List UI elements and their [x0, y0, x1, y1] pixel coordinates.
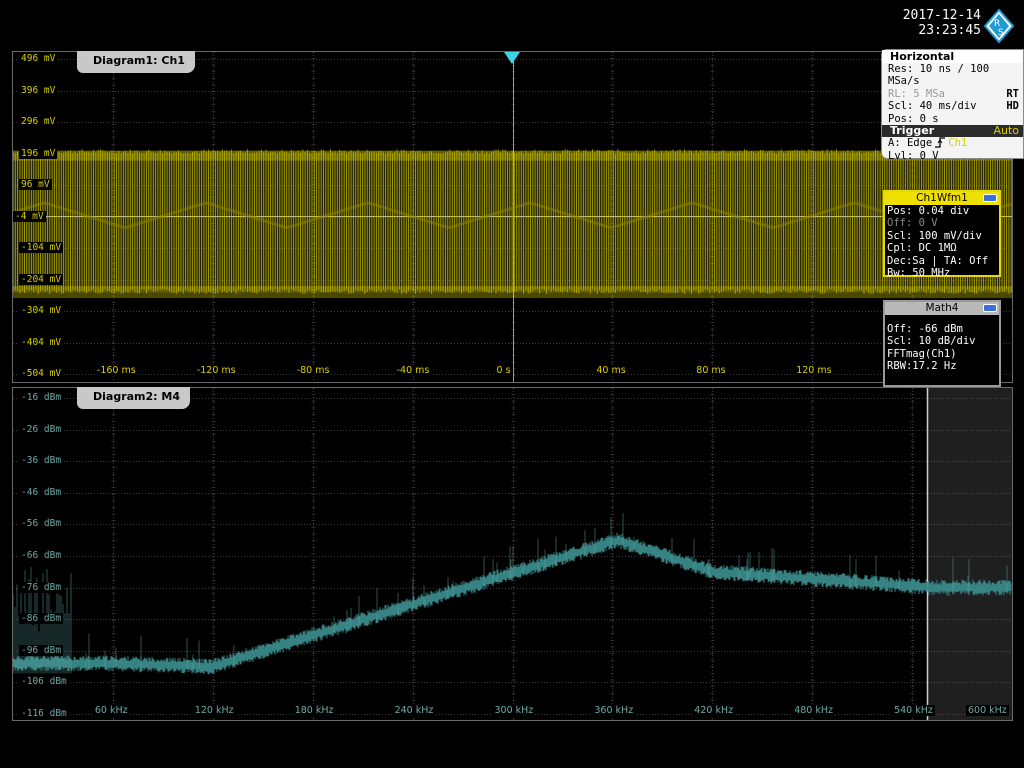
horizontal-title: Horizontal [882, 50, 1023, 63]
diagram2-title-tab[interactable]: Diagram2: M4 [77, 387, 190, 409]
shaded-out-of-range-region [927, 388, 1012, 720]
rising-edge-icon [935, 137, 946, 149]
ch1-panel-minimize-button[interactable] [983, 194, 997, 202]
trigger-level-text: Lvl: 0 V [888, 149, 939, 162]
diagram2-y-tick-label: -96 dBm [19, 644, 64, 656]
diagram2-x-tick-label: 120 kHz [192, 705, 236, 716]
ch1-bandwidth-text: Bw: 50 MHz [887, 267, 951, 280]
fft-spectrum-spikes [13, 513, 1008, 674]
diagram2-x-tick-label: 540 kHz [892, 705, 935, 716]
diagram1-x-tick-label: -80 ms [294, 365, 332, 376]
diagram2-y-tick-label: -106 dBm [19, 676, 69, 688]
time-text: 23:23:45 [918, 23, 981, 38]
ch1-coupling-text: Cpl: DC 1MΩ [887, 242, 957, 255]
diagram1-y-tick-label: -4 mV [13, 210, 46, 222]
diagram2-x-tick-label: 600 kHz [966, 705, 1009, 716]
diagram1-x-tick-label: 40 ms [594, 365, 628, 376]
ch1-waveform [13, 149, 1012, 294]
diagram1-x-tick-label: 80 ms [694, 365, 728, 376]
diagram1-x-tick-label: 120 ms [794, 365, 834, 376]
rt-badge: RT [1006, 87, 1019, 100]
diagram1-y-tick-label: -404 mV [19, 336, 64, 348]
resolution-text: Res: 10 ns / 100 MSa/s [888, 63, 990, 88]
math4-scale-text: Scl: 10 dB/div [887, 335, 976, 348]
diagram2-x-tick-label: 240 kHz [392, 705, 436, 716]
diagram1-x-tick-label: -40 ms [394, 365, 432, 376]
diagram2-y-tick-label: -26 dBm [19, 423, 64, 435]
diagram1-y-tick-label: -304 mV [19, 305, 64, 316]
diagram2-x-tick-label: 60 kHz [92, 705, 130, 716]
ch1-waveform-panel[interactable]: Ch1Wfm1 Pos: 0.04 div Off: 0 V Scl: 100 … [883, 190, 1001, 280]
diagram1-x-tick-label: 0 s [494, 365, 513, 376]
trigger-type-text: A: Edge [888, 137, 933, 150]
diagram2-x-tick-label: 180 kHz [292, 705, 336, 716]
math4-panel-title: Math4 [925, 302, 959, 314]
math4-panel[interactable]: Math4 Off: -66 dBm Scl: 10 dB/div FFTmag… [883, 300, 1001, 387]
diagram1-y-tick-label: -204 mV [19, 273, 64, 285]
diagram1-y-tick-label: -504 mV [19, 368, 64, 379]
ch1-panel-title: Ch1Wfm1 [916, 192, 968, 204]
diagram2-x-tick-label: 420 kHz [692, 705, 736, 716]
diagram2-y-tick-label: -56 dBm [19, 518, 64, 530]
svg-text:S: S [998, 28, 1004, 38]
trigger-title: Trigger [890, 124, 935, 138]
diagram1-y-tick-label: -104 mV [19, 242, 64, 253]
ch1-position-text: Pos: 0.04 div [887, 205, 970, 217]
rohde-schwarz-logo-icon: R S [983, 8, 1015, 44]
ch1-decimation-text: Dec:Sa | TA: Off [887, 254, 989, 267]
trigger-position-marker-icon[interactable] [503, 51, 521, 65]
diagram1-x-tick-label: -120 ms [194, 365, 238, 376]
diagram2-x-tick-label: 480 kHz [792, 705, 835, 716]
diagram1-y-tick-label: 496 mV [19, 53, 58, 64]
record-length-text: RL: 5 MSa [888, 87, 945, 100]
diagram2-math4[interactable]: Diagram2: M4 -16 dBm -26 dBm -36 dBm -46 dB… [12, 387, 1013, 721]
horizontal-trigger-panel[interactable]: Horizontal Res: 10 ns / 100 MSa/s RL: 5 … [881, 49, 1024, 162]
trigger-mode[interactable]: Auto [993, 124, 1019, 137]
ch1-scale-text: Scl: 100 mV/div [887, 229, 982, 242]
diagram2-y-tick-label: -116 dBm [19, 708, 69, 719]
diagram1-y-tick-label: 296 mV [19, 116, 58, 127]
diagram1-title-tab[interactable]: Diagram1: Ch1 [77, 51, 195, 73]
diagram2-x-tick-label: 360 kHz [592, 705, 636, 716]
diagram2-y-tick-label: -16 dBm [19, 392, 64, 403]
ch1-offset-text: Off: 0 V [887, 217, 938, 230]
diagram2-y-tick-label: -76 dBm [19, 581, 64, 593]
trigger-source-text: Ch1 [948, 137, 968, 150]
math4-offset-text: Off: -66 dBm [887, 323, 963, 335]
diagram2-y-tick-label: -86 dBm [19, 613, 64, 625]
diagram2-y-tick-label: -46 dBm [19, 486, 64, 498]
diagram2-y-tick-label: -66 dBm [19, 550, 64, 561]
diagram1-y-tick-label: 96 mV [19, 179, 52, 190]
math4-rbw-text: RBW:17.2 Hz [887, 360, 957, 373]
diagram1-ch1[interactable]: Diagram1: Ch1 496 mV 396 mV 296 mV 196 mV 96… [12, 51, 1013, 383]
math4-panel-minimize-button[interactable] [983, 304, 997, 312]
diagram2-x-tick-label: 300 kHz [492, 705, 536, 716]
scale-text: Scl: 40 ms/div [888, 100, 977, 113]
diagram1-x-tick-label: -160 ms [94, 365, 138, 376]
diagram2-y-tick-label: -36 dBm [19, 455, 64, 467]
diagram1-y-tick-label: 196 mV [19, 147, 58, 159]
hd-badge: HD [1006, 100, 1019, 113]
date-text: 2017-12-14 [902, 8, 981, 23]
diagram1-y-tick-label: 396 mV [19, 84, 58, 96]
math4-function-text: FFTmag(Ch1) [887, 347, 957, 360]
datetime-display: 2017-12-14 23:23:45 [885, 8, 981, 38]
math4-spacer [885, 315, 999, 323]
